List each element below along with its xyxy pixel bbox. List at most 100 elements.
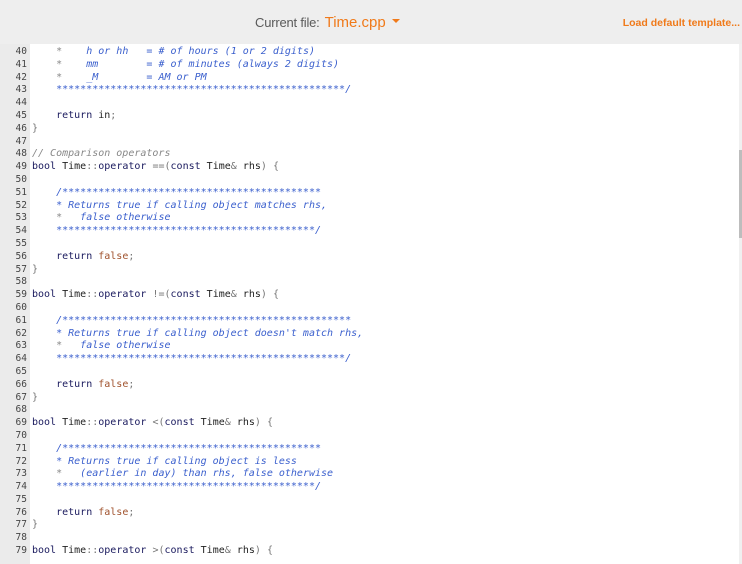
line-number: 60 bbox=[15, 301, 27, 313]
code-line[interactable]: 64 *************************************… bbox=[0, 353, 739, 366]
code-line[interactable]: 43 *************************************… bbox=[0, 84, 739, 97]
code-line[interactable]: 59 bool Time::operator !=(const Time& rhs… bbox=[0, 289, 739, 302]
code-editor[interactable]: 40 * h or hh = # of hours (1 or 2 digits… bbox=[0, 44, 739, 564]
code-token: } bbox=[32, 263, 39, 275]
line-number: 71 bbox=[15, 442, 27, 454]
line-code: /***************************************… bbox=[31, 315, 351, 328]
code-line[interactable]: 41 * mm = # of minutes (always 2 digits) bbox=[0, 59, 739, 72]
code-token: _M = AM or PM bbox=[62, 71, 207, 83]
code-line[interactable]: 62 * Returns true if calling object does… bbox=[0, 328, 739, 341]
code-line[interactable]: 52 * Returns true if calling object matc… bbox=[0, 200, 739, 213]
code-line[interactable]: 45 return in; bbox=[0, 110, 739, 123]
code-token: /***************************************… bbox=[32, 442, 321, 454]
code-line[interactable]: 56 return false; bbox=[0, 251, 739, 264]
code-token: :: bbox=[86, 161, 99, 173]
code-token: operator bbox=[98, 417, 147, 429]
code-line[interactable]: 77} bbox=[0, 519, 739, 532]
line-code: * Returns true if calling object doesn't… bbox=[31, 328, 363, 341]
line-code: return false; bbox=[31, 507, 134, 520]
code-token: bool bbox=[32, 289, 57, 301]
caret-down-icon bbox=[391, 18, 400, 23]
line-number: 62 bbox=[15, 327, 27, 339]
line-code: bool Time::operator ==(const Time& rhs) … bbox=[31, 161, 279, 174]
code-token: bool bbox=[32, 417, 57, 429]
line-number: 76 bbox=[15, 506, 27, 518]
code-line[interactable]: 49 bool Time::operator ==(const Time& rhs… bbox=[0, 161, 739, 174]
current-file-name: Time.cpp bbox=[324, 14, 386, 31]
code-line[interactable]: 66 return false; bbox=[0, 379, 739, 392]
code-line[interactable]: 79 bool Time::operator >(const Time& rhs)… bbox=[0, 545, 739, 558]
code-line[interactable]: 42 * _M = AM or PM bbox=[0, 72, 739, 85]
code-token: mm = # of minutes (always 2 digits) bbox=[62, 58, 340, 70]
line-code: } bbox=[31, 392, 38, 405]
code-line[interactable]: 50 bbox=[0, 174, 739, 187]
line-number: 58 bbox=[15, 276, 27, 288]
code-line[interactable]: 57} bbox=[0, 264, 739, 277]
line-code: bool Time::operator !=(const Time& rhs) … bbox=[31, 289, 279, 302]
code-line[interactable]: 73 * (earlier in day) than rhs, false ot… bbox=[0, 468, 739, 481]
code-token: Time bbox=[62, 417, 87, 429]
line-number: 68 bbox=[15, 404, 27, 416]
code-line[interactable]: 71 /************************************… bbox=[0, 443, 739, 456]
current-file-dropdown[interactable]: Time.cpp bbox=[325, 14, 400, 31]
code-token: bool bbox=[32, 545, 57, 557]
code-token: * Returns true if calling object matches… bbox=[32, 199, 328, 211]
code-line[interactable]: 65 bbox=[0, 366, 739, 379]
code-line[interactable]: 48 // Comparison operators bbox=[0, 148, 739, 161]
code-line[interactable]: 51 /************************************… bbox=[0, 187, 739, 200]
code-line[interactable]: 47 bbox=[0, 136, 739, 149]
code-token: rhs bbox=[242, 161, 261, 173]
code-line[interactable]: 69 bool Time::operator <(const Time& rhs)… bbox=[0, 417, 739, 430]
code-line[interactable]: 40 * h or hh = # of hours (1 or 2 digits… bbox=[0, 46, 739, 59]
code-lines: 40 * h or hh = # of hours (1 or 2 digits… bbox=[0, 46, 739, 558]
code-line[interactable]: 53 * false otherwise bbox=[0, 212, 739, 225]
code-token: <( bbox=[152, 417, 165, 429]
code-token: ****************************************… bbox=[32, 84, 352, 96]
line-number: 69 bbox=[15, 417, 27, 429]
code-line[interactable]: 70 bbox=[0, 430, 739, 443]
load-default-template-link[interactable]: Load default template... bbox=[623, 17, 740, 29]
code-line[interactable]: 76 return false; bbox=[0, 507, 739, 520]
code-line[interactable]: 61 /************************************… bbox=[0, 315, 739, 328]
code-line[interactable]: 75 bbox=[0, 494, 739, 507]
line-code: * false otherwise bbox=[31, 340, 170, 353]
code-token: Time bbox=[62, 289, 87, 301]
line-number: 74 bbox=[15, 481, 27, 493]
line-code: * Returns true if calling object is less bbox=[31, 456, 297, 469]
code-line[interactable]: 55 bbox=[0, 238, 739, 251]
line-code: * false otherwise bbox=[31, 212, 170, 225]
code-line[interactable]: 68 bbox=[0, 404, 739, 417]
code-line[interactable]: 78 bbox=[0, 532, 739, 545]
code-token: ; bbox=[128, 506, 135, 518]
code-line[interactable]: 44 bbox=[0, 97, 739, 110]
code-line[interactable]: 54 *************************************… bbox=[0, 225, 739, 238]
code-token: // Comparison operators bbox=[32, 148, 171, 160]
code-line[interactable]: 63 * false otherwise bbox=[0, 340, 739, 353]
code-token: operator bbox=[98, 545, 147, 557]
code-token: return bbox=[56, 250, 93, 262]
code-line[interactable]: 46} bbox=[0, 123, 739, 136]
code-token: Time bbox=[62, 161, 87, 173]
code-line[interactable]: 60 bbox=[0, 302, 739, 315]
line-code: /***************************************… bbox=[31, 443, 321, 456]
code-token: Time bbox=[62, 545, 87, 557]
code-line[interactable]: 74 *************************************… bbox=[0, 481, 739, 494]
line-code: } bbox=[31, 519, 38, 532]
line-code: bool Time::operator >(const Time& rhs) { bbox=[31, 545, 273, 558]
code-token: bool bbox=[32, 161, 57, 173]
code-token: ****************************************… bbox=[32, 353, 352, 365]
code-line[interactable]: 72 * Returns true if calling object is l… bbox=[0, 456, 739, 469]
code-token: /***************************************… bbox=[32, 314, 352, 326]
code-line[interactable]: 58 bbox=[0, 276, 739, 289]
code-line[interactable]: 67} bbox=[0, 392, 739, 405]
code-token: ; bbox=[110, 109, 117, 121]
